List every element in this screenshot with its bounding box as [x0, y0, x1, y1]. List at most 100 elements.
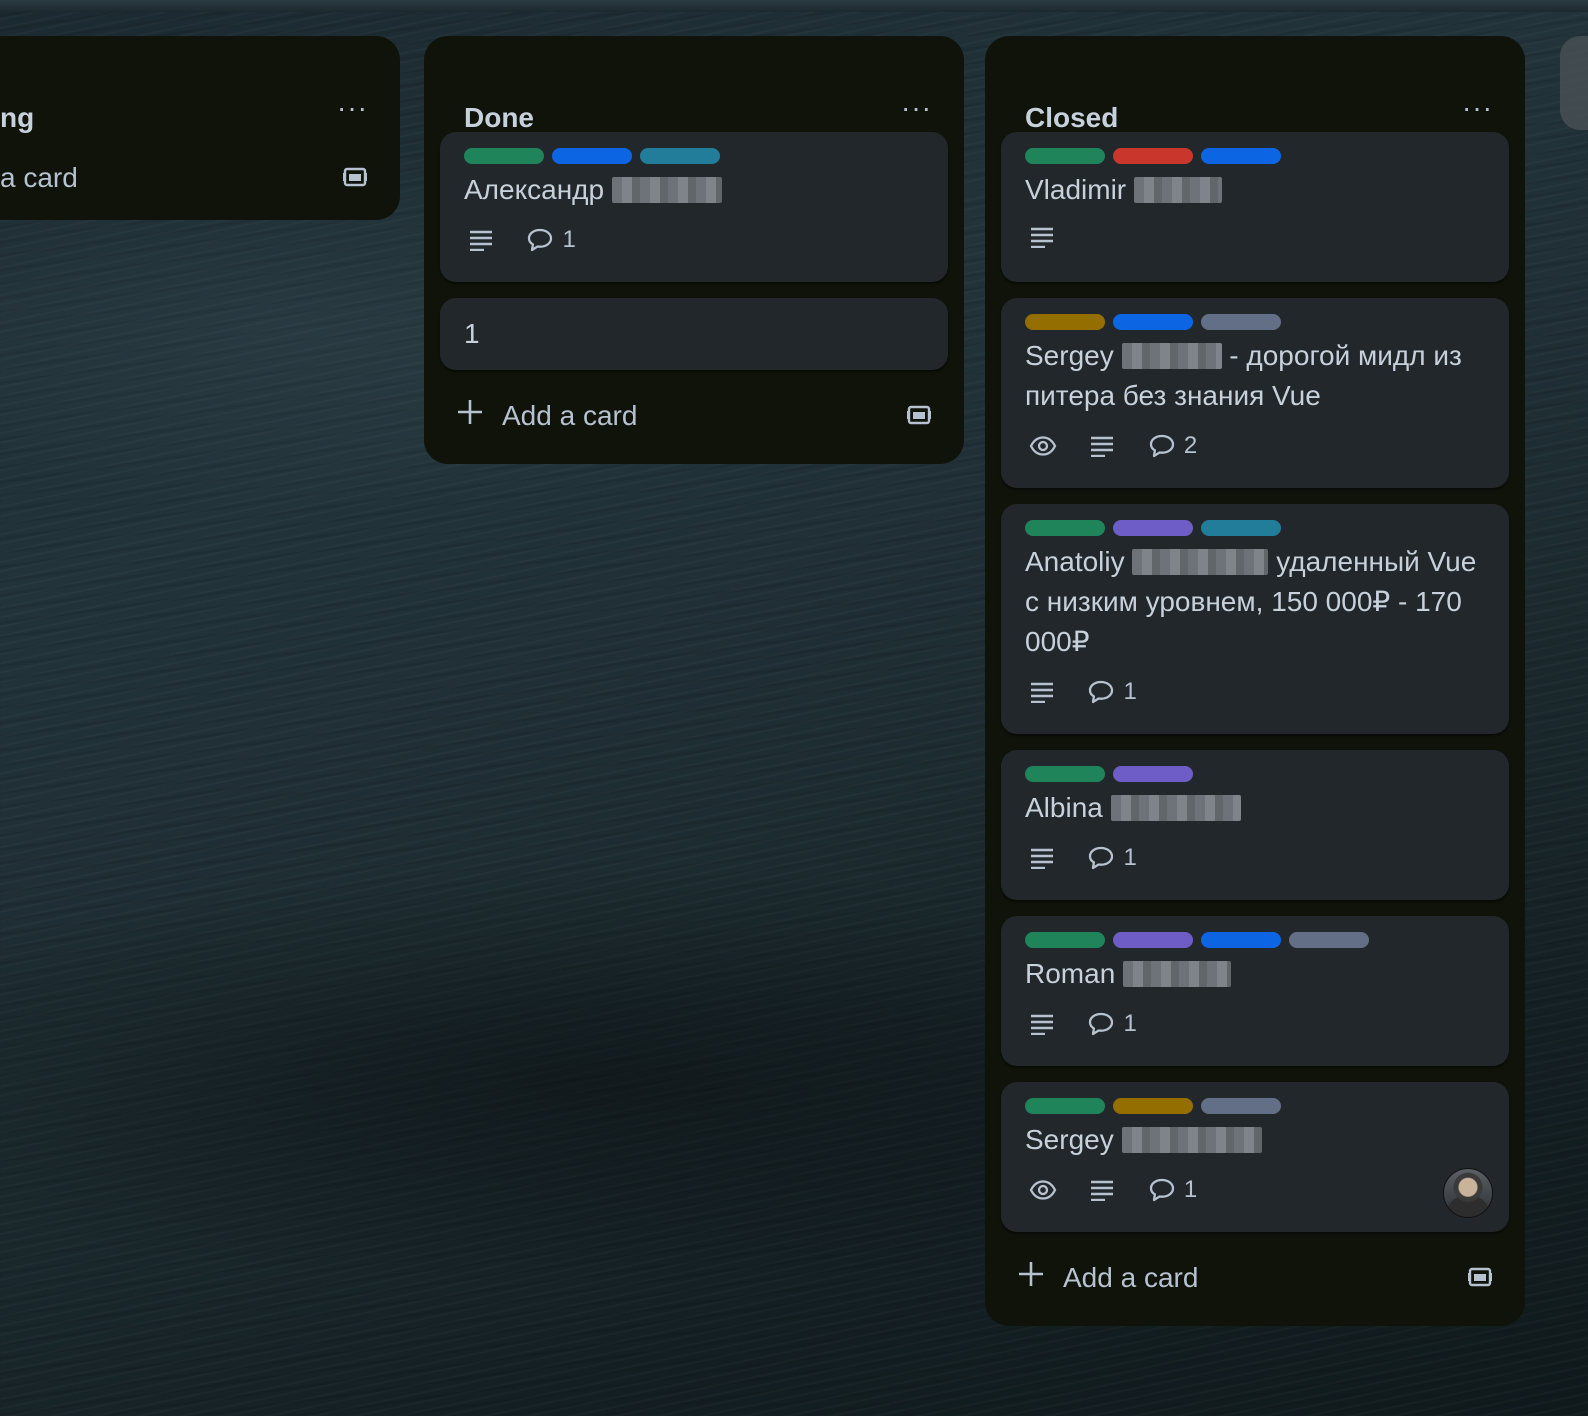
- card-badges: 1: [1029, 844, 1165, 876]
- card-badges: 1: [1029, 1176, 1225, 1208]
- card-title: Sergey - дорогой мидл из питера без знан…: [1025, 336, 1489, 416]
- card[interactable]: Roman 1: [1001, 916, 1509, 1066]
- comments-badge: 1: [1087, 678, 1137, 706]
- card-labels[interactable]: [1025, 766, 1201, 782]
- label-red[interactable]: [1113, 148, 1193, 164]
- label-blue[interactable]: [1201, 932, 1281, 948]
- card-title: Anatoliy удаленный Vue с низким уровнем,…: [1025, 542, 1489, 662]
- card-badges: 1: [468, 226, 604, 258]
- label-purple[interactable]: [1113, 520, 1193, 536]
- card-labels[interactable]: [1025, 148, 1289, 164]
- card-template-icon[interactable]: [906, 402, 932, 435]
- list-menu-button[interactable]: ···: [337, 94, 368, 122]
- label-green[interactable]: [1025, 932, 1105, 948]
- card-title: 1: [464, 318, 480, 349]
- label-gray[interactable]: [1289, 932, 1369, 948]
- list-title[interactable]: Done: [464, 102, 534, 134]
- card-template-icon[interactable]: [342, 164, 368, 197]
- card-labels[interactable]: [464, 148, 728, 164]
- label-gray[interactable]: [1201, 314, 1281, 330]
- label-blue[interactable]: [1113, 314, 1193, 330]
- label-yellow[interactable]: [1113, 1098, 1193, 1114]
- redacted-name: [611, 177, 722, 203]
- comment-count: 2: [1183, 432, 1198, 459]
- description-icon: [1089, 435, 1115, 458]
- watch-icon: [1029, 435, 1057, 457]
- label-purple[interactable]: [1113, 766, 1193, 782]
- list-done: Done ··· Александр 1 1 Add a card: [424, 36, 964, 464]
- member-avatar[interactable]: [1443, 1168, 1493, 1218]
- label-green[interactable]: [1025, 148, 1105, 164]
- card[interactable]: 1: [440, 298, 948, 370]
- card-badges: [1029, 226, 1083, 258]
- card-title-text: Roman: [1025, 958, 1116, 989]
- add-card-label: a card: [0, 162, 78, 193]
- list-menu-button[interactable]: ···: [901, 94, 932, 122]
- label-yellow[interactable]: [1025, 314, 1105, 330]
- add-card-label: Add a card: [1063, 1262, 1199, 1293]
- add-card-button[interactable]: Add a card: [1017, 1258, 1493, 1298]
- comment-icon: [1089, 846, 1114, 870]
- card[interactable]: Sergey 1: [1001, 1082, 1509, 1232]
- card-title: Sergey: [1025, 1120, 1489, 1160]
- plus-icon: [456, 398, 484, 433]
- description-icon: [1029, 681, 1055, 704]
- card-labels[interactable]: [1025, 520, 1289, 536]
- list-title[interactable]: Closed: [1025, 102, 1118, 134]
- add-card-button[interactable]: Add a card: [456, 396, 932, 436]
- card-labels[interactable]: [1025, 1098, 1289, 1114]
- comment-count: 1: [1183, 1176, 1198, 1203]
- comments-badge: 1: [1087, 1010, 1137, 1038]
- list-closed: Closed ··· Vladimir Sergey - дорогой мид…: [985, 36, 1525, 1326]
- comments-badge: 2: [1148, 432, 1197, 460]
- card-badges: 2: [1029, 432, 1225, 464]
- label-teal[interactable]: [640, 148, 720, 164]
- card-title: Albina: [1025, 788, 1489, 828]
- watch-icon: [1029, 1179, 1057, 1201]
- description-icon: [1089, 1179, 1115, 1202]
- label-teal[interactable]: [1201, 520, 1281, 536]
- description-icon: [1029, 1013, 1055, 1036]
- card[interactable]: Sergey - дорогой мидл из питера без знан…: [1001, 298, 1509, 488]
- label-green[interactable]: [1025, 1098, 1105, 1114]
- comment-icon: [1089, 680, 1114, 704]
- label-blue[interactable]: [552, 148, 632, 164]
- comment-count: 1: [1123, 1010, 1137, 1037]
- redacted-name: [1133, 177, 1222, 203]
- comment-icon: [1149, 1178, 1175, 1202]
- comments-badge: 1: [1087, 844, 1137, 872]
- label-green[interactable]: [1025, 766, 1105, 782]
- card-title-text: Sergey: [1025, 1124, 1114, 1155]
- comments-badge: 1: [526, 226, 576, 254]
- label-green[interactable]: [1025, 520, 1105, 536]
- card-labels[interactable]: [1025, 932, 1377, 948]
- card-title-text: Anatoliy: [1025, 546, 1125, 577]
- card-title-text: Александр: [464, 174, 605, 205]
- card[interactable]: Vladimir: [1001, 132, 1509, 282]
- label-green[interactable]: [464, 148, 544, 164]
- add-another-list-button[interactable]: [1560, 36, 1588, 130]
- list-menu-button[interactable]: ···: [1462, 94, 1493, 122]
- card[interactable]: Anatoliy удаленный Vue с низким уровнем,…: [1001, 504, 1509, 734]
- label-gray[interactable]: [1201, 1098, 1281, 1114]
- list-partial: ng ··· a card: [0, 36, 400, 220]
- redacted-name: [1121, 1127, 1262, 1153]
- card[interactable]: Александр 1: [440, 132, 948, 282]
- card-labels[interactable]: [1025, 314, 1289, 330]
- list-header[interactable]: Closed ···: [985, 36, 1525, 134]
- list-header[interactable]: ng ···: [0, 36, 400, 134]
- description-icon: [1029, 847, 1055, 870]
- card-title: Александр: [464, 170, 928, 210]
- card-title: Vladimir: [1025, 170, 1489, 210]
- list-header[interactable]: Done ···: [424, 36, 964, 134]
- add-card-button[interactable]: a card: [0, 158, 368, 198]
- card-template-icon[interactable]: [1467, 1264, 1493, 1297]
- card[interactable]: Albina 1: [1001, 750, 1509, 900]
- redacted-name: [1132, 549, 1269, 575]
- redacted-name: [1110, 795, 1241, 821]
- description-icon: [468, 229, 494, 252]
- list-title[interactable]: ng: [0, 102, 34, 134]
- comment-icon: [1149, 434, 1175, 458]
- label-purple[interactable]: [1113, 932, 1193, 948]
- label-blue[interactable]: [1201, 148, 1281, 164]
